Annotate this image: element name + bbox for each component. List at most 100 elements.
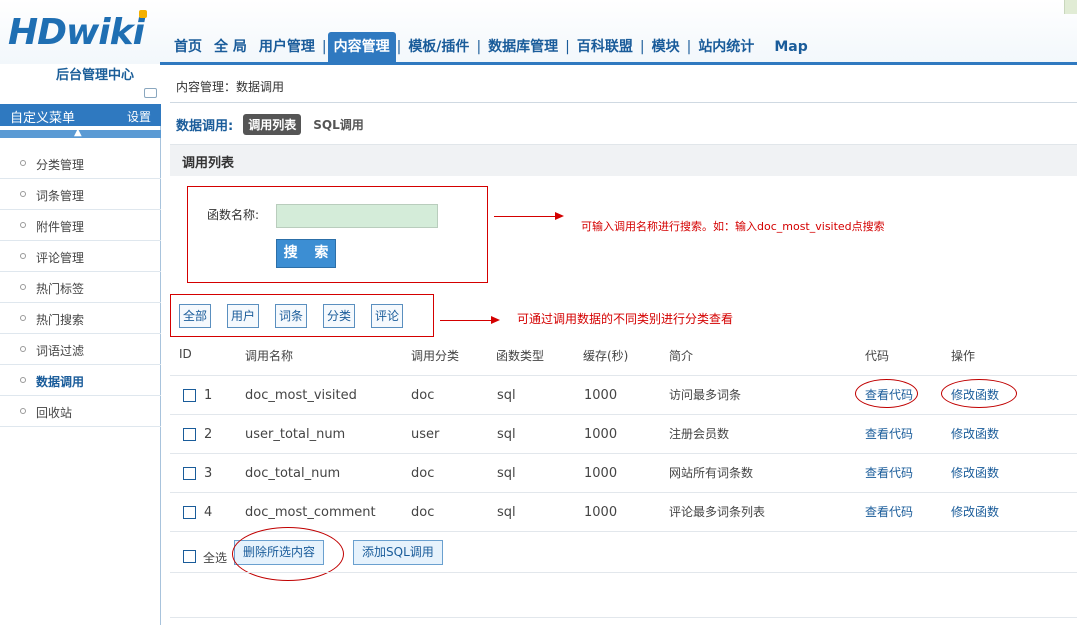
bullet-icon bbox=[20, 160, 26, 166]
nav-separator: | bbox=[476, 39, 482, 55]
search-annotation-box bbox=[187, 186, 488, 283]
bullet-icon bbox=[20, 377, 26, 383]
bullet-icon bbox=[20, 191, 26, 197]
row-call-name: doc_total_num bbox=[245, 466, 341, 481]
filter-user-button[interactable]: 用户 bbox=[227, 304, 260, 328]
row-call-name: doc_most_comment bbox=[245, 505, 376, 520]
nav-site-stats[interactable]: 站内统计 bbox=[692, 32, 760, 62]
sidebar-item-recycle-bin[interactable]: 回收站 bbox=[0, 396, 161, 427]
nav-underline bbox=[160, 62, 1077, 65]
tab-sql-call[interactable]: SQL调用 bbox=[313, 116, 364, 133]
nav-wiki-alliance[interactable]: 百科联盟 bbox=[571, 32, 639, 62]
sidebar-header: 自定义菜单 设置 bbox=[0, 104, 161, 126]
edit-function-link[interactable]: 修改函数 bbox=[951, 503, 999, 520]
row-divider bbox=[170, 453, 1077, 454]
row-divider bbox=[170, 375, 1077, 376]
row-category: doc bbox=[411, 388, 435, 403]
sidebar-item-comment-management[interactable]: 评论管理 bbox=[0, 241, 161, 272]
chevron-up-icon: ▲ bbox=[74, 127, 82, 138]
col-header-code: 代码 bbox=[865, 349, 890, 363]
nav-modules[interactable]: 模块 bbox=[646, 32, 686, 62]
search-annotation-note: 可输入调用名称进行搜索。如：输入doc_most_visited点搜索 bbox=[581, 220, 885, 233]
bullet-icon bbox=[20, 284, 26, 290]
nav-global[interactable]: 全 局 bbox=[208, 32, 253, 62]
bullet-icon bbox=[20, 315, 26, 321]
tab-call-list[interactable]: 调用列表 bbox=[243, 114, 302, 135]
sidebar-item-hot-search[interactable]: 热门搜索 bbox=[0, 303, 161, 334]
add-sql-call-button[interactable]: 添加SQL调用 bbox=[353, 540, 443, 565]
sidebar-item-label: 评论管理 bbox=[36, 251, 85, 265]
row-id: 1 bbox=[204, 388, 213, 403]
row-cache: 1000 bbox=[584, 388, 618, 403]
row-checkbox[interactable] bbox=[183, 506, 196, 519]
function-name-label: 函数名称: bbox=[207, 208, 260, 222]
nav-home[interactable]: 首页 bbox=[168, 32, 208, 62]
row-checkbox[interactable] bbox=[183, 428, 196, 441]
sidebar-item-data-call[interactable]: 数据调用 bbox=[0, 365, 161, 396]
annotation-ellipse bbox=[855, 379, 918, 408]
select-all-checkbox[interactable] bbox=[183, 550, 196, 563]
sidebar-collapse-toggle[interactable]: ▲ bbox=[0, 126, 161, 144]
custom-menu-label[interactable]: 自定义菜单 bbox=[10, 107, 75, 126]
nav-separator: | bbox=[396, 39, 402, 55]
nav-separator: | bbox=[321, 39, 327, 55]
sidebar-settings-link[interactable]: 设置 bbox=[127, 108, 151, 125]
row-divider bbox=[170, 572, 1077, 573]
row-id: 4 bbox=[204, 505, 213, 520]
sidebar-item-attachment-management[interactable]: 附件管理 bbox=[0, 210, 161, 241]
row-checkbox[interactable] bbox=[183, 467, 196, 480]
sidebar-item-entry-management[interactable]: 词条管理 bbox=[0, 179, 161, 210]
bullet-icon bbox=[20, 346, 26, 352]
message-bubble-icon[interactable] bbox=[144, 88, 157, 98]
list-title: 调用列表 bbox=[182, 156, 235, 171]
row-divider bbox=[170, 414, 1077, 415]
row-call-name: user_total_num bbox=[245, 427, 346, 442]
row-id: 3 bbox=[204, 466, 213, 481]
filter-category-button[interactable]: 分类 bbox=[323, 304, 356, 328]
sidebar-item-label: 词语过滤 bbox=[36, 344, 85, 358]
filter-entry-button[interactable]: 词条 bbox=[275, 304, 308, 328]
row-category: user bbox=[411, 427, 440, 442]
row-description: 评论最多词条列表 bbox=[669, 505, 766, 519]
col-header-name: 调用名称 bbox=[245, 349, 294, 363]
row-divider bbox=[170, 492, 1077, 493]
sidebar-item-word-filter[interactable]: 词语过滤 bbox=[0, 334, 161, 365]
logo-text: HDwik bbox=[8, 12, 134, 53]
col-header-category: 调用分类 bbox=[411, 349, 460, 363]
sidebar-item-hot-tags[interactable]: 热门标签 bbox=[0, 272, 161, 303]
col-header-function-type: 函数类型 bbox=[496, 349, 545, 363]
nav-map[interactable]: Map bbox=[768, 32, 813, 62]
view-code-link[interactable]: 查看代码 bbox=[865, 425, 913, 442]
admin-center-title: 后台管理中心 bbox=[56, 68, 135, 83]
row-function-type: sql bbox=[497, 505, 516, 520]
nav-templates-plugins[interactable]: 模板/插件 bbox=[402, 32, 475, 62]
edit-function-link[interactable]: 修改函数 bbox=[951, 464, 999, 481]
annotation-ellipse bbox=[941, 379, 1017, 408]
breadcrumb: 内容管理：数据调用 bbox=[176, 80, 285, 94]
filter-annotation-note: 可通过调用数据的不同类别进行分类查看 bbox=[517, 312, 734, 326]
nav-user-management[interactable]: 用户管理 bbox=[253, 32, 321, 62]
row-category: doc bbox=[411, 466, 435, 481]
nav-content-management[interactable]: 内容管理 bbox=[327, 32, 396, 62]
col-header-actions: 操作 bbox=[951, 349, 976, 363]
search-button[interactable]: 搜 索 bbox=[276, 239, 336, 268]
filter-comment-button[interactable]: 评论 bbox=[371, 304, 404, 328]
list-title-bar: 调用列表 bbox=[170, 144, 1077, 176]
function-name-input[interactable] bbox=[276, 204, 438, 228]
row-checkbox[interactable] bbox=[183, 389, 196, 402]
edit-function-link[interactable]: 修改函数 bbox=[951, 425, 999, 442]
logo[interactable]: HDwiki bbox=[8, 12, 145, 53]
bottom-divider bbox=[170, 617, 1077, 618]
row-id: 2 bbox=[204, 427, 213, 442]
row-cache: 1000 bbox=[584, 505, 618, 520]
corner-box bbox=[1064, 0, 1077, 14]
sidebar-item-category-management[interactable]: 分类管理 bbox=[0, 148, 161, 179]
row-function-type: sql bbox=[497, 466, 516, 481]
view-code-link[interactable]: 查看代码 bbox=[865, 464, 913, 481]
view-code-link[interactable]: 查看代码 bbox=[865, 503, 913, 520]
nav-database-management[interactable]: 数据库管理 bbox=[482, 32, 564, 62]
col-header-description: 简介 bbox=[669, 349, 694, 363]
divider bbox=[170, 102, 1077, 103]
filter-all-button[interactable]: 全部 bbox=[179, 304, 212, 328]
sidebar-item-label: 词条管理 bbox=[36, 189, 85, 203]
